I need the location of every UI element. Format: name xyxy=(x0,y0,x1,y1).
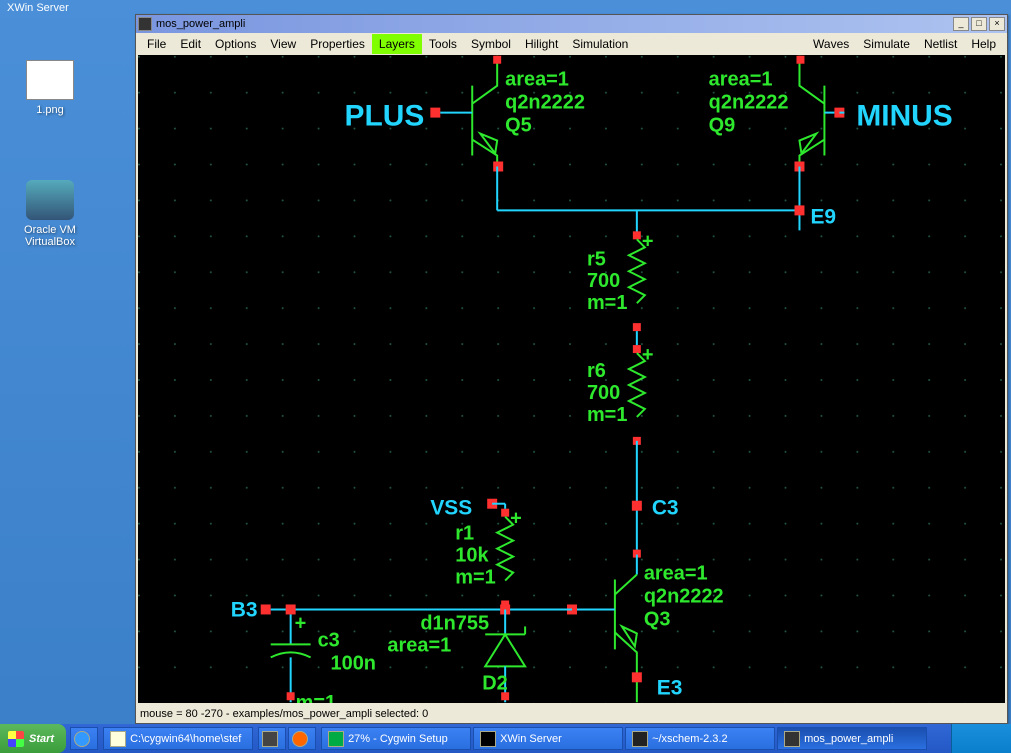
desktop-icon-label: 1.png xyxy=(10,104,90,116)
c3-val: 100n xyxy=(331,652,376,674)
c3-m: m=1 xyxy=(296,692,336,703)
menu-symbol[interactable]: Symbol xyxy=(464,34,518,54)
q9-model: q2n2222 xyxy=(709,92,789,114)
menubar: File Edit Options View Properties Layers… xyxy=(136,33,1007,55)
desktop-icon-1png[interactable]: 1.png xyxy=(10,60,90,116)
q9-ref: Q9 xyxy=(709,115,736,137)
q9-area: area=1 xyxy=(709,69,773,91)
menu-file[interactable]: File xyxy=(140,34,173,54)
quick-launch xyxy=(69,727,99,750)
titlebar[interactable]: mos_power_ampli _ □ × xyxy=(136,15,1007,33)
menu-netlist[interactable]: Netlist xyxy=(917,34,964,54)
q5-area: area=1 xyxy=(505,69,569,91)
menu-layers[interactable]: Layers xyxy=(372,34,422,54)
windows-icon xyxy=(8,731,24,747)
x-icon xyxy=(480,731,496,747)
xwin-server-title: XWin Server xyxy=(3,0,73,16)
q3-area: area=1 xyxy=(644,563,708,585)
system-tray[interactable] xyxy=(951,724,1011,753)
ql-ie[interactable] xyxy=(70,727,98,750)
r5-val: 700 xyxy=(587,270,620,292)
q5-ref: Q5 xyxy=(505,115,532,137)
schematic-svg: area=1 q2n2222 Q5 PLUS area=1 q2n2222 Q9… xyxy=(138,55,1005,703)
r1-ref: r1 xyxy=(455,523,474,545)
r1-m: m=1 xyxy=(455,567,495,589)
q3-model: q2n2222 xyxy=(644,585,724,607)
ie-icon xyxy=(74,731,90,747)
xschem-window: mos_power_ampli _ □ × File Edit Options … xyxy=(135,14,1008,724)
task-xschem-dir[interactable]: ~/xschem-2.3.2 xyxy=(625,727,775,750)
virtualbox-icon xyxy=(26,180,74,220)
menu-waves[interactable]: Waves xyxy=(806,34,856,54)
maximize-button[interactable]: □ xyxy=(971,17,987,31)
menu-tools[interactable]: Tools xyxy=(422,34,464,54)
start-label: Start xyxy=(29,733,54,745)
ql-app1[interactable] xyxy=(258,727,286,750)
menu-properties[interactable]: Properties xyxy=(303,34,372,54)
menu-help[interactable]: Help xyxy=(964,34,1003,54)
xschem-icon xyxy=(784,731,800,747)
menu-options[interactable]: Options xyxy=(208,34,263,54)
desktop-icon-virtualbox[interactable]: Oracle VM VirtualBox xyxy=(10,180,90,248)
d2-model: d1n755 xyxy=(420,612,489,634)
schematic-canvas[interactable]: area=1 q2n2222 Q5 PLUS area=1 q2n2222 Q9… xyxy=(138,55,1005,703)
menu-simulate[interactable]: Simulate xyxy=(856,34,917,54)
r6-ref: r6 xyxy=(587,360,606,382)
net-plus: PLUS xyxy=(345,100,425,133)
r6-m: m=1 xyxy=(587,404,627,426)
task-mos-power-ampli[interactable]: mos_power_ampli xyxy=(777,727,927,750)
net-c3: C3 xyxy=(652,497,679,520)
status-text: mouse = 80 -270 - examples/mos_power_amp… xyxy=(140,708,428,720)
image-file-icon xyxy=(26,60,74,100)
r5-ref: r5 xyxy=(587,248,606,270)
c3-ref: c3 xyxy=(318,629,340,651)
q5-model: q2n2222 xyxy=(505,92,585,114)
app-icon xyxy=(262,731,278,747)
net-e3: E3 xyxy=(657,676,683,699)
menu-hilight[interactable]: Hilight xyxy=(518,34,565,54)
task-xwin[interactable]: XWin Server xyxy=(473,727,623,750)
r6-val: 700 xyxy=(587,382,620,404)
taskbar: Start C:\cygwin64\home\stef 27% - Cygwin… xyxy=(0,724,1011,753)
ql-firefox[interactable] xyxy=(288,727,316,750)
net-b3: B3 xyxy=(231,598,258,621)
terminal-icon xyxy=(632,731,648,747)
folder-icon xyxy=(110,731,126,747)
task-explorer[interactable]: C:\cygwin64\home\stef xyxy=(103,727,253,750)
d2-ref: D2 xyxy=(482,672,508,694)
menu-simulation[interactable]: Simulation xyxy=(565,34,635,54)
net-vss: VSS xyxy=(430,497,472,520)
q3-ref: Q3 xyxy=(644,608,671,630)
menu-view[interactable]: View xyxy=(263,34,303,54)
net-e9: E9 xyxy=(810,205,836,228)
statusbar: mouse = 80 -270 - examples/mos_power_amp… xyxy=(136,705,1007,723)
r5-m: m=1 xyxy=(587,292,627,314)
d2-area: area=1 xyxy=(387,634,451,656)
window-title: mos_power_ampli xyxy=(156,18,951,30)
net-minus: MINUS xyxy=(856,100,952,133)
menu-edit[interactable]: Edit xyxy=(173,34,208,54)
close-button[interactable]: × xyxy=(989,17,1005,31)
firefox-icon xyxy=(292,731,308,747)
app-icon xyxy=(138,17,152,31)
start-button[interactable]: Start xyxy=(0,724,66,753)
r1-val: 10k xyxy=(455,545,489,567)
minimize-button[interactable]: _ xyxy=(953,17,969,31)
svg-text:+: + xyxy=(295,612,307,634)
cygwin-icon xyxy=(328,731,344,747)
desktop-icon-label: Oracle VM VirtualBox xyxy=(10,224,90,248)
task-cygwin-setup[interactable]: 27% - Cygwin Setup xyxy=(321,727,471,750)
